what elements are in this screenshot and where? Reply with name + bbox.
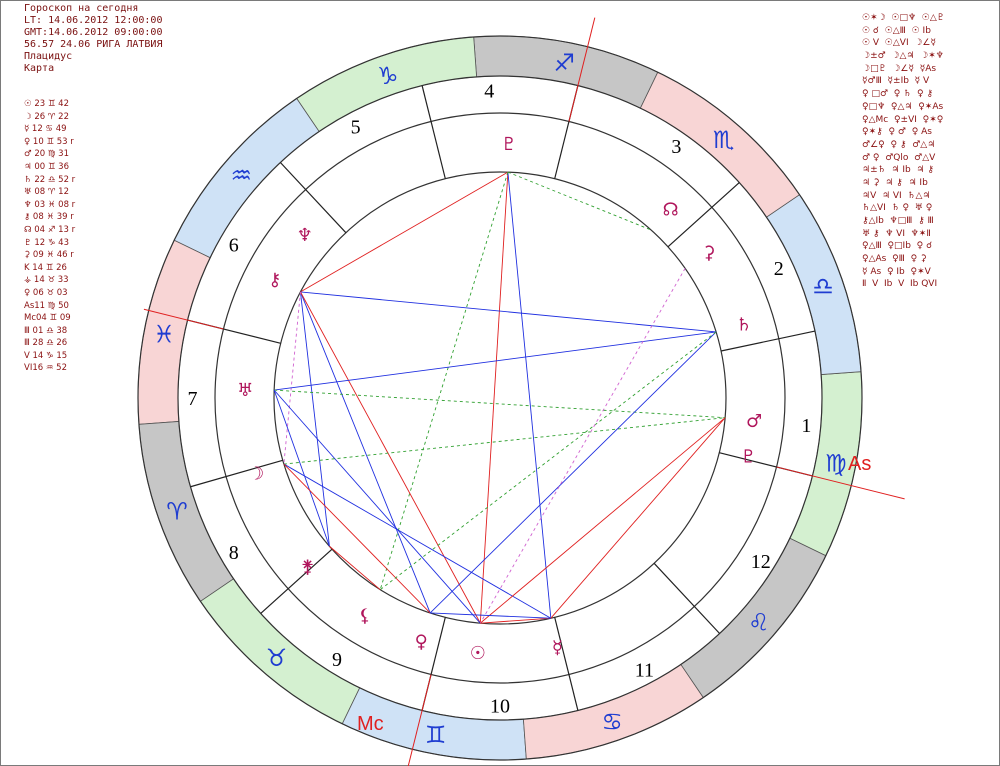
house-cusp-line bbox=[667, 182, 740, 248]
zodiac-sign-glyph: ♓ bbox=[153, 321, 175, 349]
aspect-line bbox=[300, 291, 481, 624]
house-number: 6 bbox=[229, 234, 239, 256]
aspect-line bbox=[507, 171, 652, 231]
aspect-line bbox=[479, 172, 509, 624]
planet-glyph-saturn: ♄ bbox=[736, 314, 752, 335]
planet-glyph-node: ☊ bbox=[663, 199, 679, 220]
planet-glyph-neptune: ♆ bbox=[297, 225, 313, 246]
house-cusp-line bbox=[653, 562, 721, 634]
zodiac-sign-glyph: ♐ bbox=[554, 49, 576, 77]
aspect-line bbox=[329, 545, 381, 591]
house-number: 1 bbox=[801, 415, 811, 437]
planet-glyph-chiron: ⚷ bbox=[268, 269, 281, 290]
planet-glyph-venus: ♀ bbox=[415, 632, 428, 653]
house-cusp-line bbox=[260, 548, 333, 614]
aspect-line bbox=[283, 463, 431, 614]
house-cusp-line bbox=[554, 617, 579, 711]
planet-glyph-mars: ♂ bbox=[746, 411, 762, 432]
house-cusp-line bbox=[279, 162, 347, 234]
planet-glyph-uranus: ♅ bbox=[237, 380, 253, 401]
wheel-ring bbox=[273, 171, 727, 625]
house-number: 3 bbox=[671, 136, 681, 158]
mc-axis-label: Mc bbox=[357, 713, 384, 735]
zodiac-sign-glyph: ♎ bbox=[812, 273, 834, 301]
house-number: 9 bbox=[332, 649, 342, 671]
house-number: 11 bbox=[635, 660, 654, 682]
planet-glyph-mercury: ☿ bbox=[552, 637, 563, 658]
asc-axis-label: As bbox=[848, 453, 871, 475]
planet-glyph-sun: ☉ bbox=[470, 643, 486, 664]
zodiac-sign-glyph: ♌ bbox=[748, 609, 770, 637]
aspect-line bbox=[283, 291, 301, 465]
aspect-line bbox=[479, 268, 686, 624]
zodiac-sign-glyph: ♍ bbox=[825, 449, 847, 477]
aspect-line bbox=[283, 417, 726, 465]
aspect-line bbox=[273, 389, 330, 547]
aspect-line bbox=[429, 331, 717, 614]
house-cusp-line bbox=[421, 85, 446, 179]
zodiac-sign-glyph: ♋ bbox=[602, 708, 624, 736]
aspect-line bbox=[507, 172, 552, 619]
zodiac-sign-glyph: ♏ bbox=[713, 126, 735, 154]
planet-glyph-juno: ⚵ bbox=[301, 556, 314, 577]
aspect-line bbox=[300, 291, 717, 333]
house-cusp-line bbox=[190, 459, 283, 488]
house-number: 8 bbox=[229, 542, 239, 564]
house-number: 10 bbox=[490, 696, 510, 718]
aspect-line bbox=[550, 417, 726, 619]
zodiac-sign-glyph: ♊ bbox=[425, 721, 447, 749]
planet-glyph-ceres: ⚳ bbox=[702, 243, 715, 264]
zodiac-sign-glyph: ♒ bbox=[230, 161, 252, 189]
planet-glyph-pluto: ♇ bbox=[501, 134, 517, 155]
planet-glyph-moon: ☽ bbox=[248, 464, 264, 485]
house-number: 2 bbox=[774, 258, 784, 280]
aspect-line bbox=[480, 417, 726, 624]
house-number: 5 bbox=[351, 116, 361, 138]
house-number: 7 bbox=[188, 388, 198, 410]
zodiac-sign-glyph: ♈ bbox=[166, 497, 188, 525]
planet-glyph-jupiter_pluto: ♇ bbox=[740, 446, 756, 467]
horoscope-wheel: ♍♎♏♐♑♒♓♈♉♊ ♋♌ 123456789101112 AsMc ♂♇♄☊⚳♇… bbox=[137, 17, 905, 766]
house-number: 12 bbox=[751, 551, 771, 573]
aspect-line bbox=[300, 291, 431, 614]
zodiac-sign-glyph: ♑ bbox=[377, 62, 399, 90]
aspect-line bbox=[274, 389, 726, 419]
aspect-line bbox=[283, 463, 552, 619]
aspect-line bbox=[300, 171, 509, 293]
house-number: 4 bbox=[484, 81, 494, 103]
wheel-ring bbox=[214, 112, 786, 684]
planet-glyph-lilith: ⚸ bbox=[358, 605, 371, 626]
aspect-line bbox=[300, 291, 330, 547]
zodiac-sign-glyph: ♉ bbox=[266, 644, 288, 672]
